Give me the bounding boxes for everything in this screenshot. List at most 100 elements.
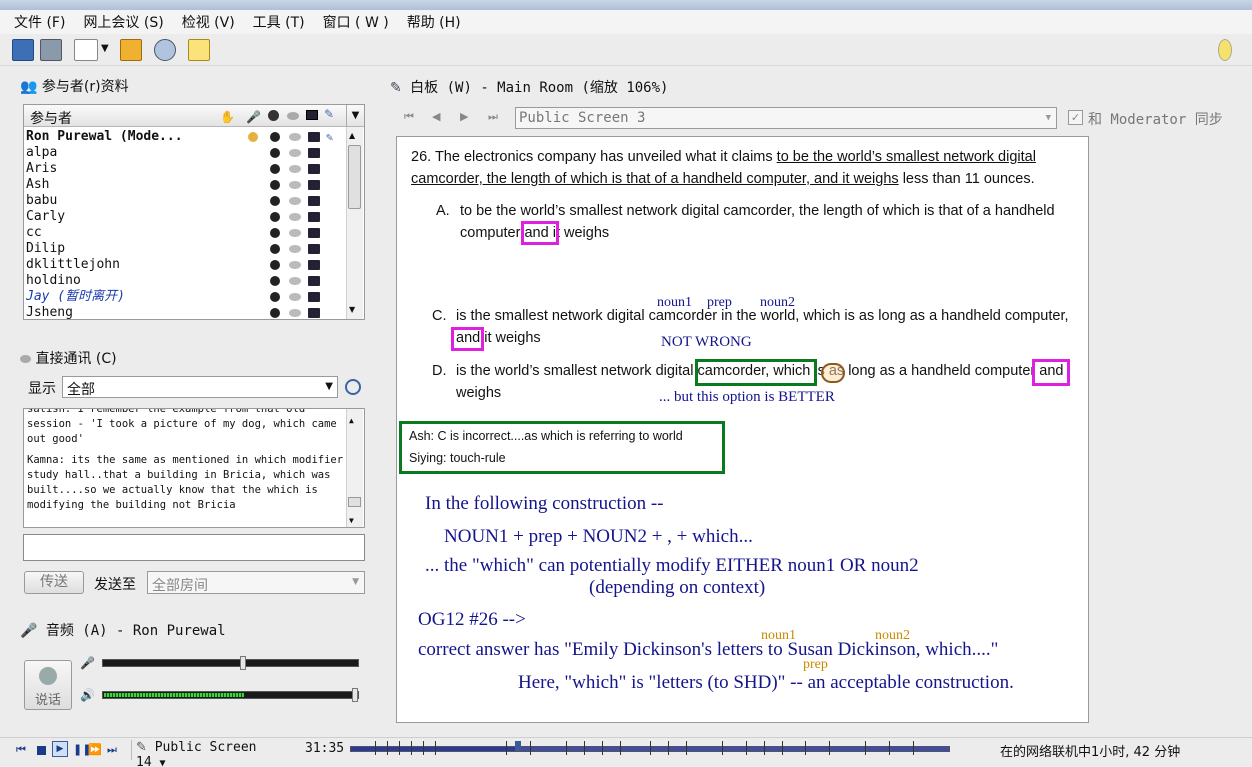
playback-timeline[interactable] <box>350 741 950 755</box>
screen-col-icon[interactable] <box>306 110 318 120</box>
menu-file[interactable]: 文件 (F) <box>12 11 67 33</box>
participant-name: dklittlejohn <box>26 257 120 272</box>
participant-row[interactable]: Dilip <box>26 241 346 257</box>
timeline-mark <box>530 741 531 755</box>
pencil-icon: ✎ <box>390 80 402 96</box>
scroll-down-icon[interactable]: ▼ <box>349 305 355 314</box>
menu-meeting[interactable]: 网上会议 (S) <box>81 11 165 33</box>
chevron-down-icon: ▼ <box>325 381 333 392</box>
stop-icon[interactable] <box>37 746 46 755</box>
rewind-start-icon[interactable]: ⏮ <box>16 743 26 757</box>
pasted-chat-box: Ash: C is incorrect....as which is refer… <box>399 421 725 474</box>
timeline-thumb[interactable] <box>515 741 521 751</box>
prev-screen-icon[interactable]: ◀ <box>432 110 440 123</box>
mic-volume-thumb[interactable] <box>240 656 246 670</box>
participant-row[interactable]: Jay (暂时离开) <box>26 289 346 305</box>
highlight-and-a <box>521 221 559 245</box>
screen-status-icon <box>308 292 320 302</box>
speaker-volume-thumb[interactable] <box>352 688 358 702</box>
annotation-og-prep: prep <box>803 657 828 672</box>
chat-message: Kamna: its the same as mentioned in whic… <box>27 454 344 511</box>
status-bar: ⏮ ▶ ❚❚ ⏩ ⏭ ✎ Public Screen 14 ▼ 31:35 在的… <box>0 737 1252 767</box>
talk-button[interactable]: 说话 <box>24 660 72 710</box>
chat-scrollbar[interactable]: ▲ ▼ <box>346 409 363 527</box>
participant-row[interactable]: babu <box>26 193 346 209</box>
clock-icon[interactable] <box>345 379 361 395</box>
menu-window[interactable]: 窗口 ( W ) <box>321 11 391 33</box>
chevron-down-icon: ▼ <box>159 758 166 767</box>
participant-row[interactable]: dklittlejohn <box>26 257 346 273</box>
speaker-volume-slider[interactable] <box>102 688 359 702</box>
menu-help[interactable]: 帮助 (H) <box>405 11 463 33</box>
option-a-label: A. <box>436 203 450 219</box>
print-icon[interactable] <box>40 39 62 61</box>
menu-bar: 文件 (F) 网上会议 (S) 检视 (V) 工具 (T) 窗口 ( W ) 帮… <box>0 10 1252 34</box>
timeline-mark <box>411 741 412 755</box>
note-line-1: In the following construction -- <box>425 493 664 514</box>
chat-input[interactable] <box>23 534 365 561</box>
save-icon[interactable] <box>12 39 34 61</box>
share-icon[interactable] <box>120 39 142 61</box>
next-screen-icon[interactable]: ▶ <box>460 110 468 123</box>
note-line-7: Here, "which" is "letters (to SHD)" -- a… <box>518 672 1014 693</box>
timeline-mark <box>865 741 866 755</box>
timeline-mark <box>602 741 603 755</box>
person-col-icon[interactable] <box>268 110 279 121</box>
timeline-mark <box>584 741 585 755</box>
tips-lightbulb-icon[interactable] <box>1218 39 1232 61</box>
scroll-up-icon[interactable]: ▲ <box>349 131 355 140</box>
participants-menu-arrow-icon[interactable]: ▼ <box>346 105 364 126</box>
person-icon <box>270 212 280 222</box>
whiteboard-canvas[interactable]: 26. The electronics company has unveiled… <box>396 136 1089 723</box>
fast-forward-icon[interactable]: ⏩ <box>88 743 102 756</box>
timeline-mark <box>746 741 747 755</box>
play-icon[interactable]: ▶ <box>52 741 68 757</box>
webcam-icon[interactable] <box>154 39 176 61</box>
screen-select[interactable]: Public Screen 3 ▼ <box>515 107 1057 129</box>
chat-status-icon <box>289 133 301 141</box>
participant-row[interactable]: Aris <box>26 161 346 177</box>
option-c-label: C. <box>432 308 447 324</box>
participant-row[interactable]: holdino <box>26 273 346 289</box>
sync-label: 和 Moderator 同步 <box>1088 112 1223 128</box>
participant-row[interactable]: Carly <box>26 209 346 225</box>
menu-view[interactable]: 检视 (V) <box>180 11 237 33</box>
scroll-up-icon[interactable]: ▲ <box>349 413 354 428</box>
highlight-and-d <box>1032 359 1070 386</box>
mic-volume-slider[interactable] <box>102 656 359 670</box>
participants-scroll-thumb[interactable] <box>348 145 361 209</box>
participant-row[interactable]: alpa <box>26 145 346 161</box>
participant-row[interactable]: Ash <box>26 177 346 193</box>
layout-icon[interactable] <box>74 39 98 61</box>
first-screen-icon[interactable]: ⏮ <box>404 110 414 124</box>
send-to-select[interactable]: 全部房间 ▼ <box>147 571 365 594</box>
notes-icon[interactable] <box>188 39 210 61</box>
scroll-down-icon[interactable]: ▼ <box>349 513 354 527</box>
person-icon <box>270 260 280 270</box>
layout-dropdown-arrow-icon[interactable]: ▼ <box>101 43 109 54</box>
skip-end-icon[interactable]: ⏭ <box>107 743 117 757</box>
raise-hand-icon[interactable]: ✋ <box>220 110 235 124</box>
status-screen-select[interactable]: ✎ Public Screen 14 ▼ <box>131 740 279 767</box>
pen-col-icon[interactable]: ✎ <box>324 107 334 121</box>
timeline-mark <box>399 741 400 755</box>
sync-checkbox[interactable]: ✓ <box>1068 110 1083 125</box>
last-screen-icon[interactable]: ⏭ <box>488 110 498 124</box>
chat-scroll-thumb[interactable] <box>348 497 361 507</box>
participant-row[interactable]: Ron Purewal (Mode... ✎ <box>26 129 346 145</box>
timeline-mark <box>829 741 830 755</box>
participant-row[interactable]: Jsheng <box>26 305 346 321</box>
menu-tools[interactable]: 工具 (T) <box>251 11 307 33</box>
participants-scrollbar[interactable]: ▲ ▼ <box>346 127 363 319</box>
participant-row[interactable]: cc <box>26 225 346 241</box>
send-button[interactable]: 传送 <box>24 571 84 594</box>
screen-status-icon <box>308 228 320 238</box>
mic-col-icon[interactable]: 🎤 <box>246 110 261 124</box>
highlight-and-c <box>451 327 484 351</box>
timeline-mark <box>782 741 783 755</box>
participants-icon: 👥 <box>20 79 38 95</box>
chat-display-select[interactable]: 全部 ▼ <box>62 376 338 398</box>
window-title-strip <box>0 0 1252 10</box>
chat-col-icon[interactable] <box>287 112 299 120</box>
participants-list: 参与者 ✋ 🎤 ✎ ▼ Ron Purewal (Mode... ✎ alpa Ari… <box>23 104 365 320</box>
